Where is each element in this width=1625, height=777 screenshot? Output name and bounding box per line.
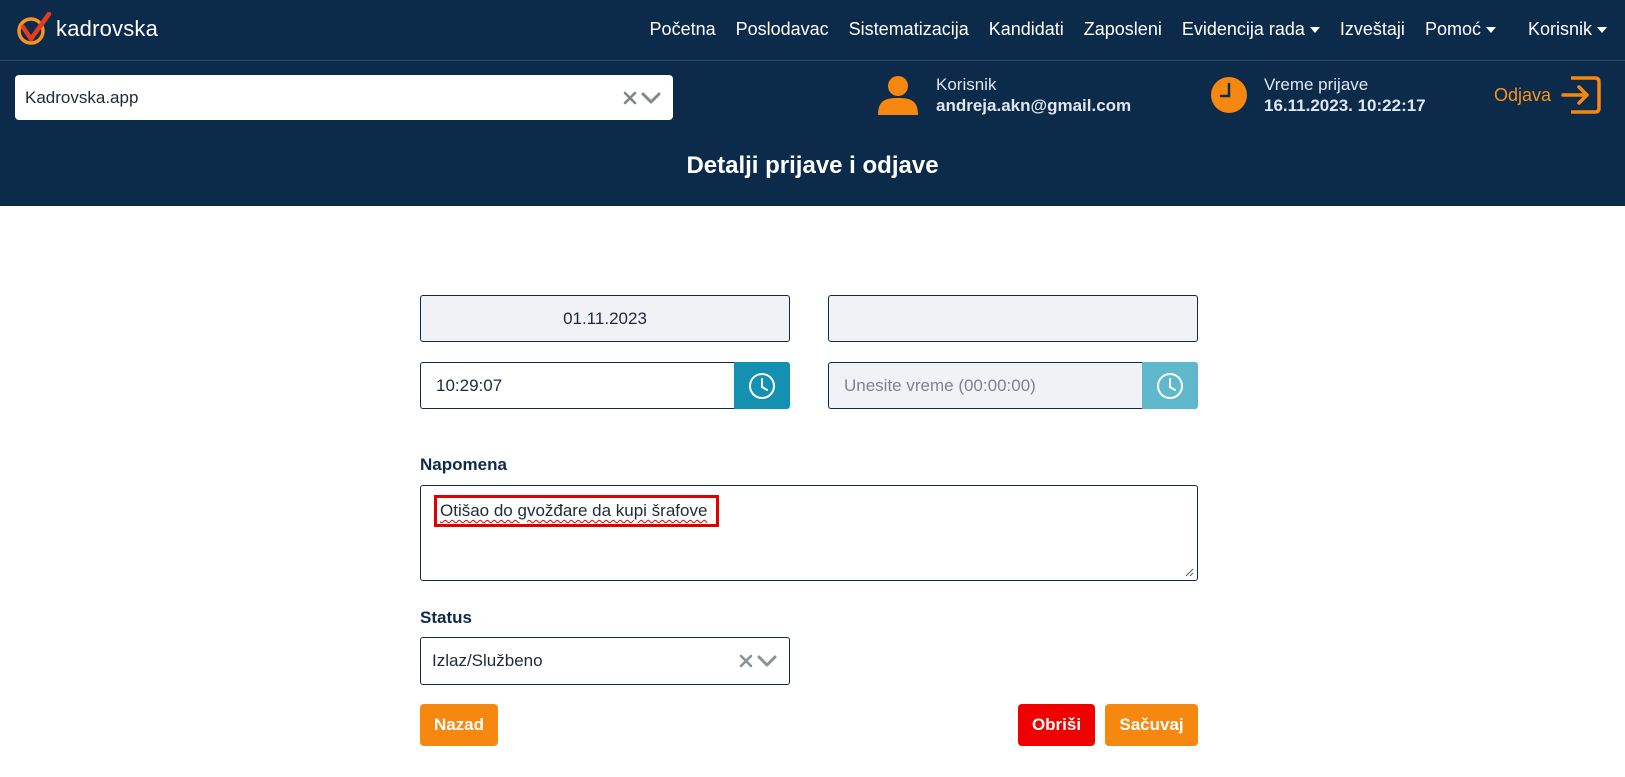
date-out-field[interactable] — [828, 295, 1198, 342]
company-select-value: Kadrovska.app — [25, 87, 139, 107]
logout-icon — [1561, 76, 1601, 114]
main-nav: Početna Poslodavac Sistematizacija Kandi… — [630, 0, 1607, 58]
logout-label: Odjava — [1494, 84, 1552, 105]
back-button[interactable]: Nazad — [420, 704, 498, 746]
time-in-input[interactable]: 10:29:07 — [420, 362, 734, 409]
navbar: kadrovska Početna Poslodavac Sistematiza… — [0, 0, 1625, 61]
nav-item-kandidati[interactable]: Kandidati — [989, 19, 1064, 40]
clock-icon — [749, 372, 775, 399]
note-label: Napomena — [420, 455, 507, 474]
nav-item-izvestaji[interactable]: Izveštaji — [1340, 19, 1405, 40]
delete-button[interactable]: Obriši — [1018, 704, 1095, 746]
select-controls — [739, 654, 777, 668]
time-in-group: 10:29:07 — [420, 362, 790, 409]
note-highlight: Otišao do gvožđare da kupi šrafove — [434, 495, 720, 527]
resize-handle-icon[interactable] — [1185, 568, 1194, 577]
time-in-picker-button[interactable] — [734, 362, 790, 409]
user-icon — [878, 76, 918, 115]
caret-down-icon — [1485, 27, 1496, 33]
clear-icon[interactable] — [739, 654, 753, 668]
time-out-input[interactable]: Unesite vreme (00:00:00) — [828, 362, 1142, 409]
clock-icon — [1157, 372, 1183, 399]
nav-item-poslodavac[interactable]: Poslodavac — [736, 19, 829, 40]
status-select-value: Izlaz/Službeno — [432, 651, 543, 670]
date-in-field[interactable]: 01.11.2023 — [420, 295, 790, 342]
logout-button[interactable]: Odjava — [1494, 76, 1601, 114]
login-time: 16.11.2023. 10:22:17 — [1264, 96, 1426, 115]
note-textarea[interactable]: Otišao do gvožđare da kupi šrafove — [420, 485, 1198, 581]
nav-item-label: Pomoć — [1424, 18, 1481, 39]
check-logo-icon — [17, 12, 52, 45]
time-out-group: Unesite vreme (00:00:00) — [828, 362, 1198, 409]
login-info: Vreme prijave 16.11.2023. 10:22:17 — [1210, 74, 1426, 116]
user-label: Korisnik — [936, 75, 997, 94]
time-out-picker-button[interactable] — [1142, 362, 1198, 409]
company-select[interactable]: Kadrovska.app — [15, 75, 673, 120]
logo-text: kadrovska — [56, 16, 159, 41]
header: kadrovska Početna Poslodavac Sistematiza… — [0, 0, 1625, 206]
caret-down-icon — [1309, 27, 1320, 33]
save-button[interactable]: Sačuvaj — [1105, 704, 1198, 746]
nav-item-pomoc[interactable]: Pomoć — [1425, 19, 1496, 40]
nav-item-sistematizacija[interactable]: Sistematizacija — [849, 19, 969, 40]
note-text: Otišao do gvožđare da kupi šrafove — [440, 501, 708, 520]
chevron-down-icon[interactable] — [757, 654, 777, 668]
login-info-text: Vreme prijave 16.11.2023. 10:22:17 — [1264, 74, 1426, 116]
login-label: Vreme prijave — [1264, 75, 1369, 94]
user-info: Korisnik andreja.akn@gmail.com — [876, 74, 1131, 116]
user-email: andreja.akn@gmail.com — [936, 96, 1132, 115]
nav-item-korisnik[interactable]: Korisnik — [1528, 19, 1607, 40]
page-title: Detalji prijave i odjave — [686, 152, 939, 179]
caret-down-icon — [1597, 27, 1607, 33]
chevron-down-icon[interactable] — [641, 91, 661, 105]
nav-item-evidencija-rada[interactable]: Evidencija rada — [1182, 19, 1320, 40]
nav-item-label: Korisnik — [1527, 18, 1592, 39]
status-label: Status — [420, 608, 472, 627]
status-select[interactable]: Izlaz/Službeno — [420, 637, 790, 685]
clear-icon[interactable] — [623, 91, 637, 105]
user-info-text: Korisnik andreja.akn@gmail.com — [936, 74, 1131, 116]
clock-icon — [1211, 77, 1247, 113]
nav-item-pocetna[interactable]: Početna — [650, 19, 716, 40]
select-controls — [623, 91, 661, 105]
nav-item-zaposleni[interactable]: Zaposleni — [1084, 19, 1162, 40]
nav-item-label: Evidencija rada — [1181, 18, 1305, 39]
logo[interactable]: kadrovska — [16, 12, 158, 46]
